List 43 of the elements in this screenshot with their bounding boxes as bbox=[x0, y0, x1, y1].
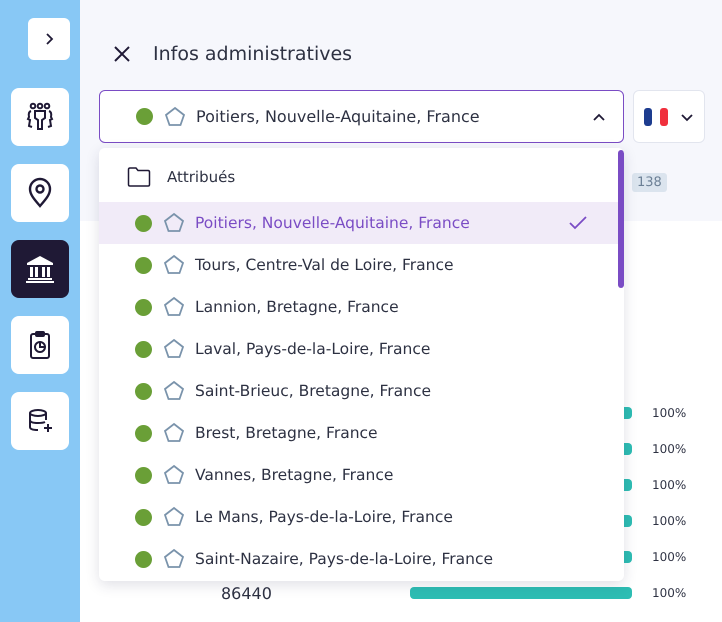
location-option[interactable]: Laval, Pays-de-la-Loire, France bbox=[99, 328, 624, 370]
language-select[interactable] bbox=[633, 90, 705, 143]
sidebar-nav-button[interactable] bbox=[11, 88, 69, 146]
bank-building-icon bbox=[25, 254, 55, 284]
pentagon-icon bbox=[163, 296, 185, 318]
percent-label: 100% bbox=[652, 586, 686, 600]
folder-icon bbox=[127, 167, 151, 187]
selected-location: Poitiers, Nouvelle-Aquitaine, France bbox=[196, 107, 481, 126]
pentagon-icon bbox=[163, 254, 185, 276]
location-option[interactable]: Le Mans, Pays-de-la-Loire, France bbox=[99, 496, 624, 538]
location-option[interactable]: Vannes, Bretagne, France bbox=[99, 454, 624, 496]
location-option[interactable]: Lannion, Bretagne, France bbox=[99, 286, 624, 328]
sidebar-nav-button[interactable] bbox=[11, 316, 69, 374]
sidebar-nav-button[interactable] bbox=[11, 240, 69, 298]
pentagon-icon bbox=[163, 548, 185, 570]
pentagon-icon bbox=[163, 380, 185, 402]
location-option[interactable]: Brest, Bretagne, France bbox=[99, 412, 624, 454]
pentagon-icon bbox=[163, 422, 185, 444]
sidebar-nav-button[interactable] bbox=[11, 392, 69, 450]
group-label: Attribués bbox=[167, 168, 236, 186]
pentagon-icon bbox=[163, 212, 185, 234]
percent-label: 100% bbox=[652, 514, 686, 528]
pentagon-icon bbox=[163, 464, 185, 486]
location-option[interactable]: Saint-Nazaire, Pays-de-la-Loire, France bbox=[99, 538, 624, 580]
pentagon-icon bbox=[164, 106, 186, 128]
percent-label: 100% bbox=[652, 550, 686, 564]
percent-label: 100% bbox=[652, 442, 686, 456]
flag-icon bbox=[644, 108, 668, 126]
sidebar-nav-button[interactable] bbox=[11, 164, 69, 222]
location-select[interactable]: Poitiers, Nouvelle-Aquitaine, France bbox=[99, 90, 624, 143]
pentagon-icon bbox=[163, 506, 185, 528]
location-option[interactable]: Saint-Brieuc, Bretagne, France bbox=[99, 370, 624, 412]
percent-label: 100% bbox=[652, 478, 686, 492]
checkmark-icon bbox=[568, 215, 588, 231]
postal-code: 86440 bbox=[220, 584, 273, 602]
scrollbar[interactable] bbox=[618, 150, 624, 288]
location-option[interactable]: Tours, Centre-Val de Loire, France bbox=[99, 244, 624, 286]
count-badge: 138 bbox=[632, 172, 667, 192]
percent-label: 100% bbox=[652, 406, 686, 420]
panel-title: Infos administratives bbox=[153, 43, 352, 65]
close-icon[interactable] bbox=[113, 45, 131, 63]
people-icon bbox=[24, 101, 56, 133]
pentagon-icon bbox=[163, 338, 185, 360]
